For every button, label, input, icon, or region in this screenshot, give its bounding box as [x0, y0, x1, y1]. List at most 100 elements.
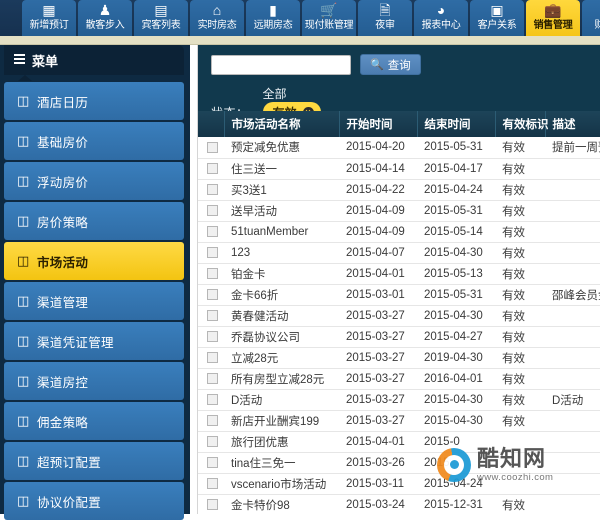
checkbox-icon[interactable]: [207, 267, 218, 279]
sidebar-item-10[interactable]: ◫ 协议价配置: [4, 482, 184, 520]
column-header-start-time[interactable]: 开始时间: [339, 111, 418, 137]
table-row[interactable]: 买3送1 2015-04-22 2015-04-24 有效: [198, 179, 600, 201]
sidebar-item-3[interactable]: ◫ 房价策略: [4, 202, 184, 240]
toolbar-item-7[interactable]: ◕ 报表中心: [414, 0, 468, 36]
checkbox-icon[interactable]: [207, 351, 218, 363]
checkbox-icon[interactable]: [207, 162, 218, 174]
checkbox-icon[interactable]: [207, 330, 218, 342]
checkbox-icon[interactable]: [207, 288, 218, 300]
row-select-cell[interactable]: [198, 368, 224, 390]
table-row[interactable]: 立减28元 2015-03-27 2019-04-30 有效: [198, 347, 600, 369]
checkbox-icon[interactable]: [207, 141, 218, 153]
status-option-0[interactable]: 全部: [263, 87, 287, 101]
table-row[interactable]: 送早活动 2015-04-09 2015-05-31 有效: [198, 200, 600, 222]
sidebar-item-5[interactable]: ◫ 渠道管理: [4, 282, 184, 320]
checkbox-icon[interactable]: [207, 498, 218, 510]
toolbar-item-5[interactable]: 🛒 现付账管理: [302, 0, 356, 36]
toolbar-item-8[interactable]: ▣ 客户关系: [470, 0, 524, 36]
sidebar-item-label: 市场活动: [37, 255, 89, 270]
row-select-cell[interactable]: [198, 473, 224, 495]
sidebar-item-9[interactable]: ◫ 超预订配置: [4, 442, 184, 480]
sidebar-item-2[interactable]: ◫ 浮动房价: [4, 162, 184, 200]
search-button[interactable]: 🔍 查询: [360, 54, 421, 75]
table-row[interactable]: vscenario市场活动 2015-03-11 2015-04-24: [198, 473, 600, 495]
table-row[interactable]: 黄春健活动 2015-03-27 2015-04-30 有效: [198, 305, 600, 327]
table-row[interactable]: 51tuanMember 2015-04-09 2015-05-14 有效: [198, 221, 600, 243]
checkbox-icon[interactable]: [207, 477, 218, 489]
row-select-cell[interactable]: [198, 389, 224, 411]
sidebar-menu-header[interactable]: 菜单: [4, 45, 184, 81]
description-cell: [545, 410, 600, 432]
row-select-cell[interactable]: [198, 494, 224, 514]
toolbar-item-4[interactable]: ▮ 远期房态: [246, 0, 300, 36]
table-row[interactable]: 金卡特价98 2015-03-24 2015-12-31 有效: [198, 494, 600, 514]
toolbar-item-1[interactable]: ♟ 散客步入: [78, 0, 132, 36]
checkbox-icon[interactable]: [207, 414, 218, 426]
row-select-cell[interactable]: [198, 200, 224, 222]
valid-flag-cell: 有效: [495, 305, 545, 327]
description-cell: [545, 263, 600, 285]
table-row[interactable]: 123 2015-04-07 2015-04-30 有效: [198, 242, 600, 264]
row-select-cell[interactable]: [198, 221, 224, 243]
row-select-cell[interactable]: [198, 305, 224, 327]
sidebar-item-4[interactable]: ◫ 市场活动: [4, 242, 184, 280]
valid-flag-cell: 有效: [495, 242, 545, 264]
sidebar-item-7[interactable]: ◫ 渠道房控: [4, 362, 184, 400]
valid-flag-cell: [495, 452, 545, 474]
checkbox-icon[interactable]: [207, 393, 218, 405]
row-select-cell[interactable]: [198, 242, 224, 264]
table-row[interactable]: 铂金卡 2015-04-01 2015-05-13 有效: [198, 263, 600, 285]
table-row[interactable]: 所有房型立减28元 2015-03-27 2016-04-01 有效: [198, 368, 600, 390]
column-header-valid-flag[interactable]: 有效标识: [495, 111, 549, 137]
toolbar-item-9[interactable]: 💼 销售管理: [526, 0, 580, 36]
table-row[interactable]: 金卡66折2015-03-012015-05-31有效邵峰会员金卡: [198, 284, 600, 306]
campaign-table-container[interactable]: 市场活动名称 开始时间 结束时间 有效标识 描述 预定减免优惠 2015-04-2…: [198, 111, 600, 514]
channel-room-control-icon: ◫: [17, 373, 30, 388]
column-header-select[interactable]: [198, 111, 225, 137]
row-select-cell[interactable]: [198, 431, 224, 453]
toolbar-item-6[interactable]: 🗎 夜审: [358, 0, 412, 36]
sidebar-item-label: 酒店日历: [37, 95, 89, 110]
toolbar-item-10[interactable]: $财务管: [582, 0, 600, 36]
row-select-cell[interactable]: [198, 347, 224, 369]
sidebar-item-1[interactable]: ◫ 基础房价: [4, 122, 184, 160]
table-row[interactable]: D活动 2015-03-27 2015-04-30 有效 D活动: [198, 389, 600, 411]
table-row[interactable]: 乔磊协议公司 2015-03-27 2015-04-27 有效: [198, 326, 600, 348]
row-select-cell[interactable]: [198, 326, 224, 348]
row-select-cell[interactable]: [198, 263, 224, 285]
column-header-description[interactable]: 描述: [545, 111, 600, 137]
table-row[interactable]: 新店开业酬宾199 2015-03-27 2015-04-30 有效: [198, 410, 600, 432]
row-select-cell[interactable]: [198, 284, 224, 306]
table-row[interactable]: 旅行团优惠 2015-04-01 2015-0: [198, 431, 600, 453]
checkbox-icon[interactable]: [207, 183, 218, 195]
row-select-cell[interactable]: [198, 179, 224, 201]
checkbox-icon[interactable]: [207, 246, 218, 258]
column-header-end-time[interactable]: 结束时间: [417, 111, 496, 137]
sidebar-item-8[interactable]: ◫ 佣金策略: [4, 402, 184, 440]
bar-chart-icon: ▮: [269, 2, 277, 18]
toolbar-item-3[interactable]: ⌂ 实时房态: [190, 0, 244, 36]
checkbox-icon[interactable]: [207, 204, 218, 216]
checkbox-icon[interactable]: [207, 372, 218, 384]
document-list-icon: ▤: [154, 2, 168, 18]
sidebar-item-0[interactable]: ◫ 酒店日历: [4, 82, 184, 120]
checkbox-icon[interactable]: [207, 225, 218, 237]
search-input[interactable]: [211, 54, 351, 75]
toolbar-item-0[interactable]: ▦ 新增预订: [22, 0, 76, 36]
table-row[interactable]: tina住三免一 2015-03-26 2015: [198, 452, 600, 474]
start-time-cell: 2015-03-26: [339, 452, 417, 474]
sidebar-item-6[interactable]: ◫ 渠道凭证管理: [4, 322, 184, 360]
row-select-cell[interactable]: [198, 158, 224, 180]
table-row[interactable]: 预定减免优惠2015-04-202015-05-31有效提前一周预订: [198, 137, 600, 159]
checkbox-icon[interactable]: [207, 456, 218, 468]
column-header-name[interactable]: 市场活动名称: [224, 111, 340, 137]
checkbox-icon[interactable]: [207, 309, 218, 321]
content-panel: 🔍 查询 状态： 全部有效✕无效 市场活动名称 开始时间 结束时间 有效标识 描…: [197, 45, 600, 514]
table-row[interactable]: 住三送一 2015-04-14 2015-04-17 有效: [198, 158, 600, 180]
row-select-cell[interactable]: [198, 452, 224, 474]
toolbar-item-2[interactable]: ▤ 宾客列表: [134, 0, 188, 36]
row-select-cell[interactable]: [198, 137, 224, 159]
row-select-cell[interactable]: [198, 410, 224, 432]
description-cell: [545, 179, 600, 201]
checkbox-icon[interactable]: [207, 435, 218, 447]
